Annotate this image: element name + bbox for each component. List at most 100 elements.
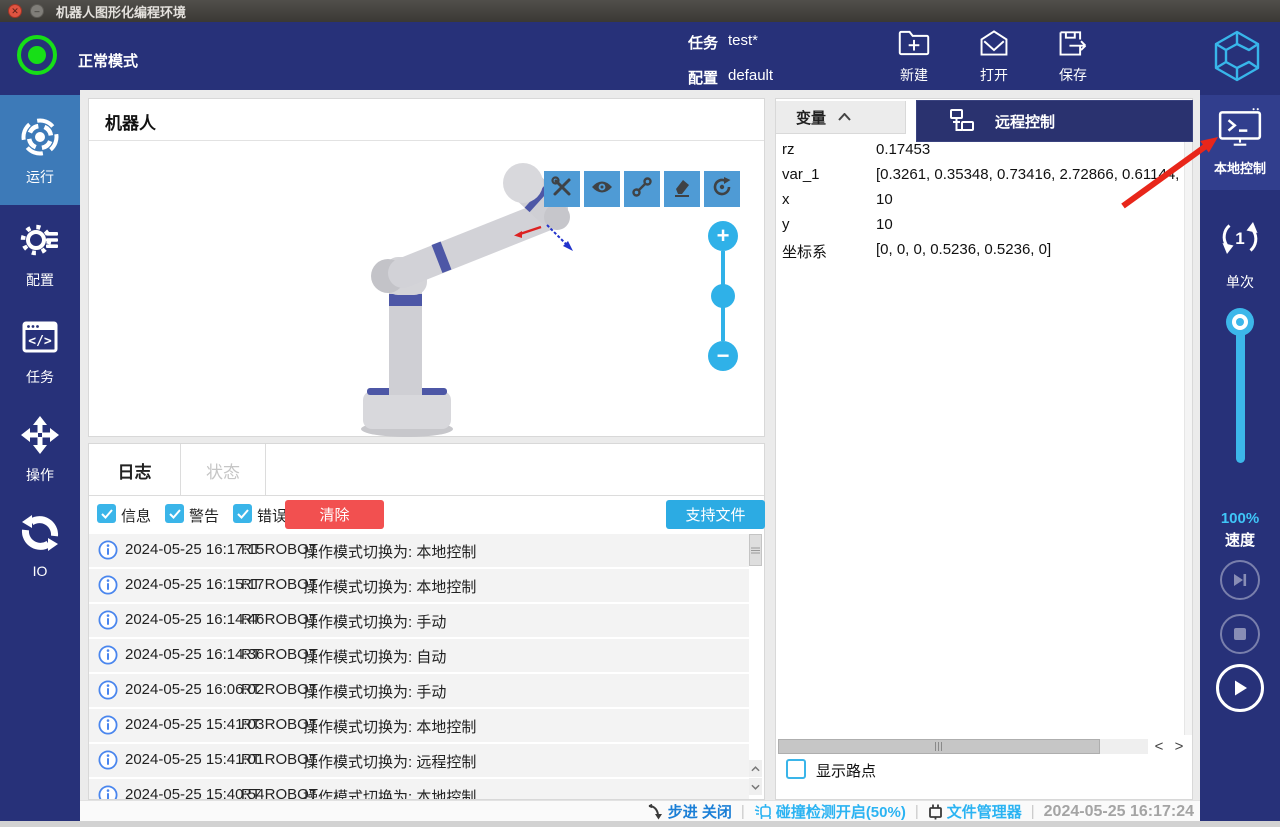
variables-header[interactable]: 变量 (776, 101, 906, 134)
log-row: 2024-05-25 16:14:46 RT ROBOT 操作模式切换为: 手动 (89, 604, 749, 637)
log-message: 操作模式切换为: 自动 (303, 646, 446, 667)
sidebar-item-operate[interactable]: 操作 (0, 403, 80, 497)
log-scrollbar-thumb[interactable] (749, 534, 762, 566)
tab-log[interactable]: 日志 (89, 444, 181, 496)
single-cycle-icon: 1 (1217, 215, 1263, 266)
mode-indicator-icon (17, 35, 57, 75)
view-tools-button[interactable] (544, 171, 580, 207)
robot-panel-title: 机器人 (105, 109, 156, 134)
variable-name: x (782, 191, 790, 208)
zoom-in-button[interactable]: + (708, 221, 738, 251)
tab-status[interactable]: 状态 (181, 444, 266, 496)
log-scroll-up-button[interactable] (749, 760, 762, 777)
open-button[interactable]: 打开 (963, 28, 1025, 86)
sidebar-item-label: IO (33, 563, 48, 579)
view-visibility-button[interactable] (584, 171, 620, 207)
sidebar-item-task[interactable]: </> 任务 (0, 305, 80, 399)
stop-icon (1233, 627, 1247, 641)
log-message: 操作模式切换为: 远程控制 (303, 751, 476, 772)
filter-info-label: 信息 (121, 505, 151, 526)
left-sidebar: 运行 配置 </> 任务 (0, 90, 80, 827)
gear-icon (20, 220, 60, 265)
view-waypoints-button[interactable] (624, 171, 660, 207)
horizontal-scrollbar-thumb[interactable] (778, 739, 1100, 754)
status-timestamp: 2024-05-25 16:17:24 (1044, 803, 1194, 821)
window-bottom-edge (0, 821, 1280, 827)
minimize-icon[interactable]: – (30, 4, 44, 18)
eraser-icon (671, 176, 693, 203)
log-message: 操作模式切换为: 本地控制 (303, 786, 476, 799)
variable-value: [0.3261, 0.35348, 0.73416, 2.72866, 0.61… (876, 166, 1193, 183)
task-value: test* (728, 32, 758, 49)
variable-value: 10 (876, 216, 893, 233)
step-next-button[interactable] (1220, 560, 1260, 600)
waypoints-path-icon (631, 176, 653, 203)
log-message: 操作模式切换为: 本地控制 (303, 541, 476, 562)
speed-value: 100% (1200, 510, 1280, 527)
clear-log-button[interactable]: 清除 (285, 500, 384, 529)
sidebar-item-label: 任务 (26, 367, 54, 387)
log-message: 操作模式切换为: 手动 (303, 681, 446, 702)
collision-detection-status[interactable]: 碰撞检测开启(50%) (754, 801, 906, 822)
file-manager-status[interactable]: 文件管理器 (928, 801, 1022, 822)
variables-horizontal-scrollbar[interactable] (778, 739, 1148, 754)
log-scroll-down-button[interactable] (749, 778, 762, 795)
variable-value: [0, 0, 0, 0.5236, 0.5236, 0] (876, 241, 1051, 258)
log-row: 2024-05-25 16:15:17 RT ROBOT 操作模式切换为: 本地… (89, 569, 749, 602)
right-sidebar: 本地控制 1 单次 100% 速度 (1200, 90, 1280, 827)
zoom-slider-thumb[interactable] (711, 284, 735, 308)
scroll-right-button[interactable]: > (1170, 737, 1188, 755)
sidebar-item-label: 运行 (26, 167, 54, 187)
local-control-button[interactable]: 本地控制 (1200, 95, 1280, 190)
stop-button[interactable] (1220, 614, 1260, 654)
save-button-label: 保存 (1059, 65, 1087, 85)
show-waypoints-checkbox[interactable] (786, 759, 806, 779)
window-title: 机器人图形化编程环境 (56, 2, 186, 21)
new-folder-icon (898, 28, 930, 63)
play-button[interactable] (1216, 664, 1264, 712)
io-swap-icon (20, 513, 60, 558)
local-control-label: 本地控制 (1214, 158, 1266, 177)
status-divider: | (741, 803, 745, 820)
view-rotate-button[interactable] (704, 171, 740, 207)
variable-name: y (782, 216, 790, 233)
log-row: 2024-05-25 16:17:15 RT ROBOT 操作模式切换为: 本地… (89, 534, 749, 567)
log-filter-row: 信息 警告 错误 清除 支持文件 (89, 496, 764, 532)
info-icon (98, 715, 118, 735)
log-list: 2024-05-25 16:17:15 RT ROBOT 操作模式切换为: 本地… (89, 532, 764, 799)
remote-control-label: 远程控制 (995, 111, 1055, 132)
sidebar-item-label: 配置 (26, 270, 54, 290)
speed-slider-track[interactable] (1236, 318, 1245, 463)
close-icon[interactable]: ✕ (8, 4, 22, 18)
task-label: 任务 (688, 32, 718, 53)
filter-warning-checkbox[interactable] (165, 504, 184, 523)
sidebar-item-io[interactable]: IO (0, 501, 80, 595)
variables-panel: 变量 rz 0.17453 var_1 [0.3261, 0.35348, 0.… (775, 98, 1193, 800)
view-eraser-button[interactable] (664, 171, 700, 207)
variables-vertical-scrollbar[interactable] (1184, 101, 1192, 735)
sidebar-item-run[interactable]: 运行 (0, 95, 80, 205)
log-message: 操作模式切换为: 本地控制 (303, 716, 476, 737)
filter-error-label: 错误 (257, 505, 287, 526)
single-run-button[interactable]: 1 单次 (1200, 215, 1280, 292)
new-button[interactable]: 新建 (883, 28, 945, 86)
play-icon (1230, 678, 1250, 698)
speed-label: 速度 (1200, 529, 1280, 550)
info-icon (98, 750, 118, 770)
open-file-icon (978, 28, 1010, 63)
speed-slider-thumb[interactable] (1226, 308, 1254, 336)
status-bar: 步进 关闭 | 碰撞检测开启(50%) | 文件管理器 | 2024-05-25… (80, 800, 1200, 822)
config-label: 配置 (688, 67, 718, 88)
support-files-button[interactable]: 支持文件 (666, 500, 765, 529)
scroll-left-button[interactable]: < (1150, 737, 1168, 755)
app-window: ✕ – 机器人图形化编程环境 正常模式 任务 test* 配置 default … (0, 0, 1280, 827)
sidebar-item-config[interactable]: 配置 (0, 208, 80, 302)
filter-info-checkbox[interactable] (97, 504, 116, 523)
brand-logo-icon (1208, 28, 1266, 84)
zoom-out-button[interactable]: − (708, 341, 738, 371)
save-button[interactable]: 保存 (1042, 28, 1104, 86)
step-mode-status[interactable]: 步进 关闭 (648, 801, 732, 822)
filter-error-checkbox[interactable] (233, 504, 252, 523)
remote-network-icon (947, 108, 977, 134)
remote-control-menu-item[interactable]: 远程控制 (916, 100, 1193, 142)
